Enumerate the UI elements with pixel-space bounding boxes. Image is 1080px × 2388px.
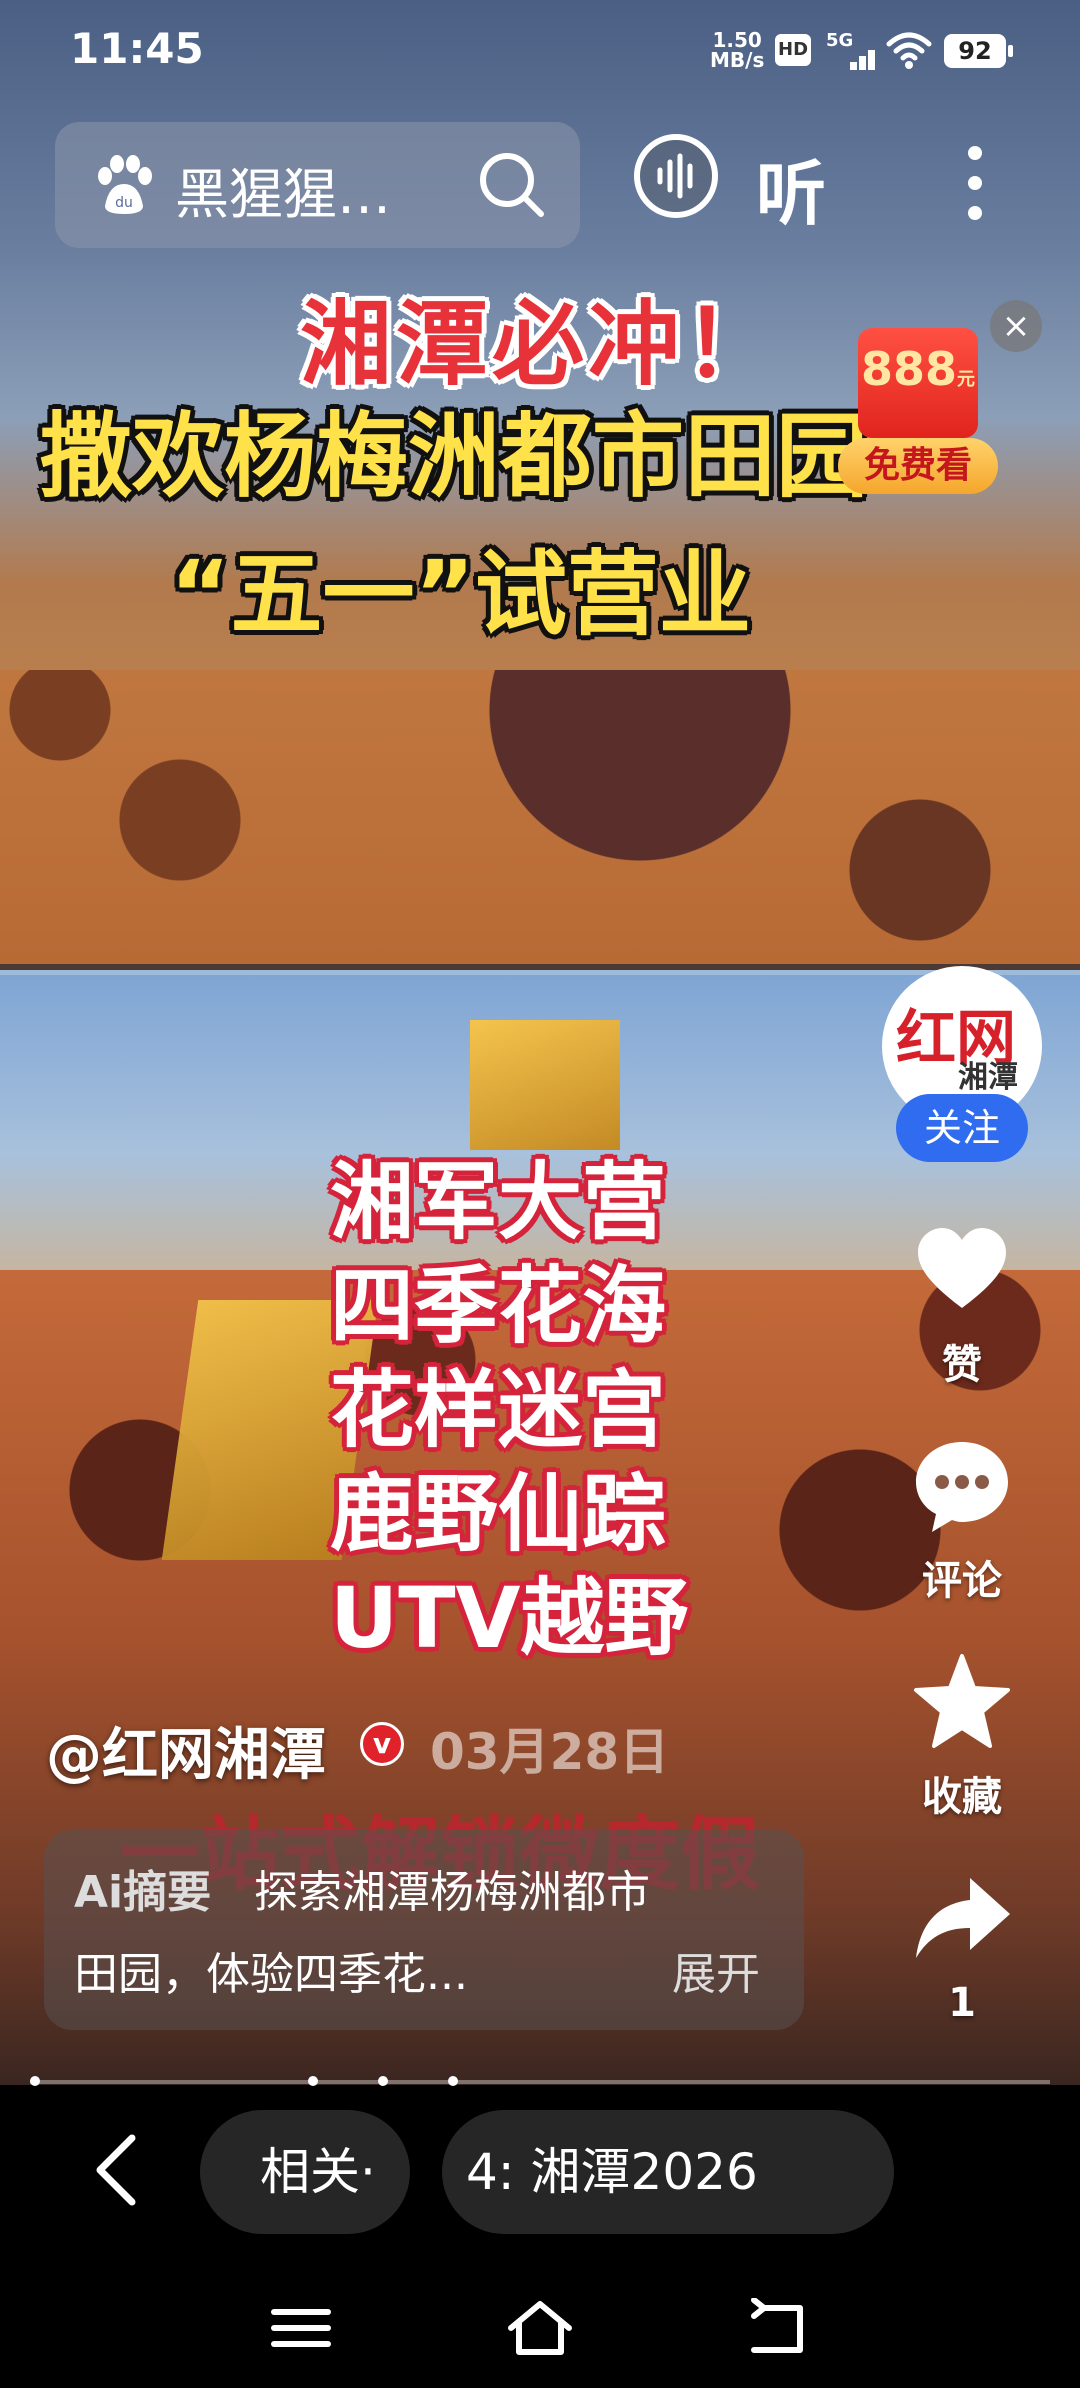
- battery-icon: 92: [944, 34, 1013, 68]
- progress-marker: [308, 2076, 318, 2086]
- like-button[interactable]: 赞: [880, 1218, 1044, 1390]
- home-icon[interactable]: [505, 2298, 575, 2358]
- more-dot: [968, 176, 982, 190]
- more-menu-icon[interactable]: [960, 138, 990, 228]
- network-type: 5G: [826, 30, 854, 51]
- signal-bar: [850, 62, 857, 70]
- wifi-icon: [886, 32, 932, 69]
- cellular-signal-icon: 5G: [826, 30, 876, 70]
- feature-item: 四季花海: [330, 1257, 667, 1355]
- feature-item: 湘军大营: [330, 1153, 667, 1251]
- status-bar: 11:45 1.50 MB/s HD 5G 92: [0, 0, 1080, 100]
- like-label: 赞: [942, 1342, 982, 1388]
- network-speed-unit: MB/s: [710, 48, 765, 72]
- search-input[interactable]: 黑猩猩…: [175, 150, 391, 229]
- verified-badge-icon: v: [360, 1722, 404, 1766]
- star-icon: [914, 1654, 1010, 1748]
- progress-marker: [448, 2076, 458, 2086]
- collection-chip[interactable]: 4: 湘潭2026: [442, 2110, 894, 2234]
- search-bar[interactable]: du 黑猩猩…: [55, 122, 580, 248]
- favorite-label: 收藏: [922, 1774, 1002, 1820]
- share-arrow-icon: [916, 1878, 1010, 1958]
- heart-icon: [918, 1228, 1006, 1308]
- ad-amount-unit: 元: [957, 369, 976, 390]
- favorite-button[interactable]: 收藏: [880, 1650, 1044, 1822]
- hd-icon: HD: [775, 34, 811, 66]
- baidu-paw-icon: du: [98, 155, 152, 214]
- recents-icon[interactable]: [266, 2298, 336, 2358]
- ad-amount: 888元: [848, 342, 988, 396]
- signal-bar: [868, 50, 875, 70]
- system-nav-bar: [0, 2268, 1080, 2388]
- back-arrow-icon[interactable]: [80, 2130, 160, 2210]
- comment-button[interactable]: 评论: [880, 1434, 1044, 1606]
- follow-button[interactable]: 关注: [896, 1094, 1028, 1162]
- author-name[interactable]: @红网湘潭: [46, 1710, 326, 1791]
- related-chip[interactable]: 相关·: [200, 2110, 410, 2234]
- progress-marker: [378, 2076, 388, 2086]
- ai-summary-card[interactable]: Ai摘要 探索湘潭杨梅洲都市 田园，体验四季花... 展开: [44, 1830, 804, 2030]
- feature-item: 鹿野仙踪: [330, 1465, 667, 1563]
- more-dot: [968, 206, 982, 220]
- share-count: 1: [948, 1980, 976, 2026]
- comment-label: 评论: [922, 1558, 1002, 1604]
- feature-item: 花样迷宫: [330, 1361, 667, 1459]
- network-speed: 1.50 MB/s: [710, 30, 764, 70]
- network-speed-value: 1.50: [712, 28, 762, 52]
- post-date: 03月28日: [430, 1723, 670, 1781]
- status-time: 11:45: [70, 24, 204, 73]
- search-icon[interactable]: [475, 148, 549, 222]
- feature-item: UTV越野: [330, 1569, 689, 1667]
- video-feature-list: 湘军大营 四季花海 花样迷宫 鹿野仙踪 UTV越野: [330, 1150, 770, 1670]
- free-watch-button[interactable]: 免费看: [838, 438, 998, 494]
- signal-bar: [859, 56, 866, 70]
- more-dot: [968, 146, 982, 160]
- listen-button[interactable]: 听: [634, 134, 874, 235]
- video-progress-bar[interactable]: [30, 2076, 1050, 2086]
- expand-button[interactable]: 展开: [672, 1938, 760, 2002]
- ad-amount-value: 888: [860, 342, 958, 396]
- video-scene-sign-top: [470, 1020, 620, 1150]
- comment-icon: [916, 1442, 1008, 1532]
- back-nav-icon[interactable]: [744, 2298, 814, 2358]
- svg-text:du: du: [115, 195, 133, 211]
- summary-text-line2: 田园，体验四季花...: [74, 1949, 468, 2000]
- red-envelope-ad[interactable]: 888元 免费看: [838, 328, 998, 508]
- video-headline-line3: “五一”试营业: [170, 541, 751, 648]
- listen-label: 听: [756, 153, 826, 235]
- video-scene-wall: [0, 670, 1080, 970]
- progress-marker: [30, 2076, 40, 2086]
- share-button[interactable]: 1: [880, 1866, 1044, 2026]
- audio-wave-icon: [634, 134, 718, 218]
- ai-summary-label: Ai摘要: [74, 1867, 212, 1918]
- summary-text-line1: 探索湘潭杨梅洲都市: [254, 1867, 650, 1918]
